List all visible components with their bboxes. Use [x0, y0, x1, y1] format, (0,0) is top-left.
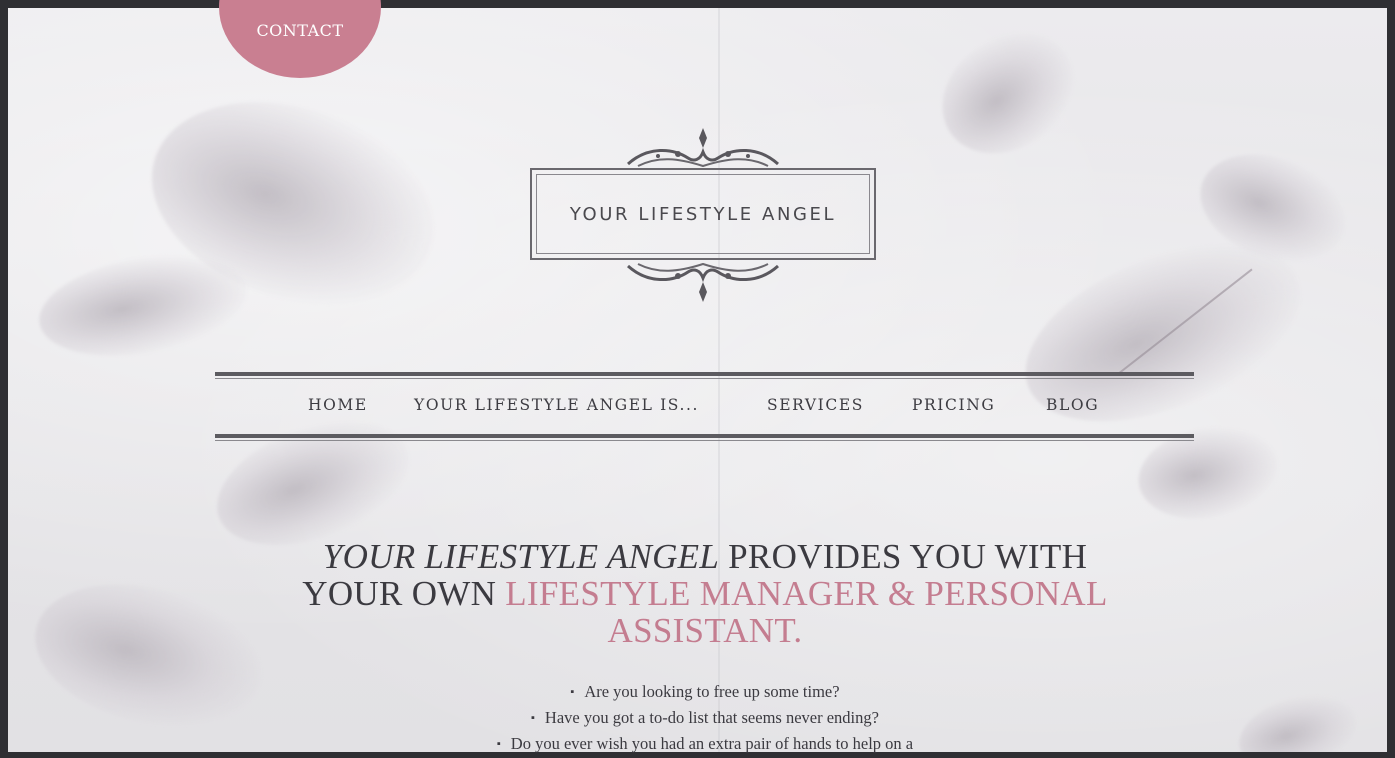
headline-brand: YOUR LIFESTYLE ANGEL — [322, 537, 720, 576]
feather-decoration — [1230, 683, 1366, 752]
list-item: Are you looking to free up some time? — [400, 680, 1010, 706]
logo-text: YOUR LIFESTYLE ANGEL — [569, 204, 837, 225]
headline-highlight: LIFESTYLE MANAGER & PERSONAL ASSISTANT. — [505, 574, 1108, 650]
hero-headline: YOUR LIFESTYLE ANGEL PROVIDES YOU WITH Y… — [300, 538, 1110, 649]
list-item: Do you ever wish you had an extra pair o… — [400, 732, 1010, 758]
flourish-ornament-icon — [626, 128, 780, 168]
feather-decoration — [20, 562, 276, 749]
nav-item-home[interactable]: HOME — [308, 396, 414, 414]
flourish-ornament-icon — [626, 262, 780, 302]
nav-item-pricing[interactable]: PRICING — [912, 396, 1046, 414]
nav-item-services[interactable]: SERVICES — [767, 396, 912, 414]
intro-bullet-list: Are you looking to free up some time? Ha… — [400, 680, 1010, 758]
nav-item-blog[interactable]: BLOG — [1046, 396, 1099, 414]
feather-decoration — [919, 8, 1097, 179]
nav-item-your-lifestyle-angel-is[interactable]: YOUR LIFESTYLE ANGEL IS... — [414, 396, 767, 414]
contact-label: CONTACT — [256, 21, 344, 40]
main-nav: HOME YOUR LIFESTYLE ANGEL IS... SERVICES… — [308, 396, 1099, 414]
list-item: Have you got a to-do list that seems nev… — [400, 706, 1010, 732]
nav-divider — [215, 372, 1194, 379]
site-logo[interactable]: YOUR LIFESTYLE ANGEL — [522, 120, 884, 305]
nav-divider — [215, 434, 1194, 441]
